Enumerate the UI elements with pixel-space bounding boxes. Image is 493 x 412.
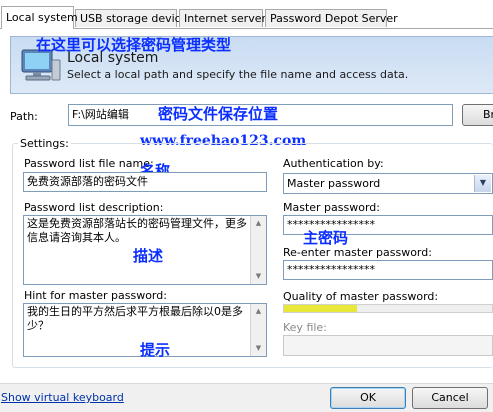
tab-usb-storage[interactable]: USB storage device bbox=[75, 9, 188, 27]
master-password-label: Master password: bbox=[283, 201, 380, 214]
quality-label: Quality of master password: bbox=[283, 290, 439, 303]
description-label: Password list description: bbox=[24, 201, 164, 214]
quality-meter-fill bbox=[284, 305, 357, 312]
reenter-password-input[interactable]: **************** bbox=[283, 260, 493, 280]
browse-button[interactable]: Br bbox=[462, 104, 493, 126]
hint-annotation: 提示 bbox=[140, 341, 171, 359]
tab-internet-server[interactable]: Internet server bbox=[179, 9, 266, 27]
ok-button[interactable]: OK bbox=[330, 387, 406, 409]
key-file-input[interactable] bbox=[283, 335, 493, 356]
virtual-keyboard-link[interactable]: Show virtual keyboard bbox=[1, 391, 124, 404]
master-password-annotation: 主密码 bbox=[303, 229, 349, 247]
path-value: F:\网站编辑 bbox=[72, 108, 129, 121]
scroll-down-icon[interactable]: ▼ bbox=[251, 341, 266, 356]
auth-label: Authentication by: bbox=[283, 157, 384, 170]
path-label: Path: bbox=[10, 110, 38, 123]
path-annotation: 密码文件保存位置 bbox=[158, 105, 279, 123]
scroll-down-icon[interactable]: ▼ bbox=[251, 269, 266, 284]
reenter-password-label: Re-enter master password: bbox=[283, 246, 432, 259]
file-name-value: 免费资源部落的密码文件 bbox=[27, 175, 148, 188]
cancel-button[interactable]: Cancel bbox=[412, 387, 488, 409]
settings-legend: Settings: bbox=[18, 137, 71, 150]
hint-scrollbar[interactable]: ▲ ▼ bbox=[250, 304, 266, 356]
scroll-up-icon[interactable]: ▲ bbox=[251, 216, 266, 231]
auth-value: Master password bbox=[287, 177, 381, 190]
file-name-input[interactable]: 免费资源部落的密码文件 bbox=[23, 172, 267, 192]
key-file-label: Key file: bbox=[283, 321, 327, 334]
auth-select[interactable]: Master password ▼ bbox=[283, 173, 493, 194]
tab-password-depot-server[interactable]: Password Depot Server bbox=[265, 9, 398, 27]
tab-local-system[interactable]: Local system bbox=[1, 6, 78, 29]
chevron-down-icon[interactable]: ▼ bbox=[474, 175, 491, 192]
header-title: Local system bbox=[67, 50, 159, 66]
hint-value: 我的生日的平方然后求平方根最后除以0是多少？ bbox=[27, 305, 243, 332]
description-annotation: 描述 bbox=[133, 247, 164, 265]
quality-meter bbox=[283, 304, 493, 313]
description-scrollbar[interactable]: ▲ ▼ bbox=[250, 216, 266, 284]
hint-label: Hint for master password: bbox=[24, 289, 167, 302]
file-name-label: Password list file name: bbox=[24, 157, 154, 170]
reenter-password-value: **************** bbox=[287, 263, 375, 276]
tab-strip: Local system USB storage device Internet… bbox=[0, 0, 493, 29]
header-subtitle: Select a local path and specify the file… bbox=[67, 68, 409, 81]
scroll-up-icon[interactable]: ▲ bbox=[251, 304, 266, 319]
description-value: 这是免费资源部落站长的密码管理文件，更多信息请咨询其本人。 bbox=[27, 217, 247, 244]
